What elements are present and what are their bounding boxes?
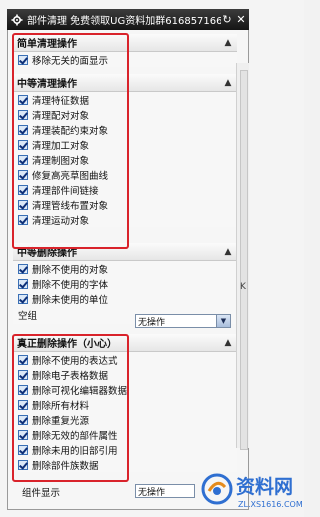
list-item[interactable]: 修复高亮草图曲线	[13, 167, 237, 182]
list-item[interactable]: 删除未用的旧部引用	[13, 442, 237, 457]
section-header[interactable]: 中等清理操作 ▲	[13, 74, 237, 92]
section-header[interactable]: 中等删除操作 ▲	[13, 243, 237, 261]
section-medium-delete: 中等删除操作 ▲ 删除不使用的对象 删除不使用的字体 删除未使用的单位 空组	[13, 243, 237, 324]
list-item[interactable]: 删除未使用的单位	[13, 291, 237, 306]
item-label: 删除电子表格数据	[32, 370, 109, 382]
checkbox[interactable]	[18, 384, 28, 395]
section-medium-cleanup: 中等清理操作 ▲ 清理特征数据 清理配对对象 清理装配约束对象 清理加工对象 清…	[13, 74, 237, 227]
select-value: 无操作	[138, 487, 166, 498]
checkbox[interactable]	[18, 278, 28, 289]
window-title: 部件清理 免费领取UG资料加群616857166	[27, 16, 221, 27]
page: 部件清理 免费领取UG资料加群616857166 ↻ ✕ 简单清理操作 ▲ 移除…	[0, 0, 304, 517]
section-title: 真正删除操作（小心）	[17, 339, 117, 350]
chevron-up-icon[interactable]: ▲	[221, 245, 235, 259]
checkbox[interactable]	[18, 169, 28, 180]
item-label: 删除无效的部件属性	[32, 430, 118, 442]
list-item[interactable]: 删除无效的部件属性	[13, 427, 237, 442]
checkbox[interactable]	[18, 369, 28, 380]
section-header[interactable]: 简单清理操作 ▲	[13, 34, 237, 52]
checkbox[interactable]	[18, 109, 28, 120]
checkbox[interactable]	[18, 139, 28, 150]
checkbox[interactable]	[18, 154, 28, 165]
checkbox[interactable]	[18, 124, 28, 135]
title-bar[interactable]: 部件清理 免费领取UG资料加群616857166 ↻ ✕	[7, 9, 249, 30]
component-display-label: 组件显示	[22, 488, 61, 499]
list-item[interactable]: 清理制图对象	[13, 152, 237, 167]
item-label: 清理制图对象	[32, 155, 90, 167]
item-label: 删除未用的旧部引用	[32, 445, 118, 457]
section-title: 简单清理操作	[17, 39, 77, 50]
checkbox[interactable]	[18, 263, 28, 274]
empty-group-select[interactable]: 无操作 ▼	[135, 314, 231, 328]
chevron-down-icon[interactable]: ▼	[216, 315, 230, 327]
list-item[interactable]: 删除所有材料	[13, 397, 237, 412]
checkbox[interactable]	[18, 354, 28, 365]
section-header[interactable]: 真正删除操作（小心） ▲	[13, 334, 237, 352]
item-label: 删除重复光源	[32, 415, 90, 427]
reset-icon[interactable]: ↻	[221, 13, 233, 27]
checkbox[interactable]	[18, 94, 28, 105]
checkbox[interactable]	[18, 293, 28, 304]
checkbox[interactable]	[18, 459, 28, 470]
item-label: 删除未使用的单位	[32, 294, 109, 306]
item-label: 删除所有材料	[32, 400, 90, 412]
watermark-text: 资料网	[236, 476, 294, 498]
chevron-up-icon[interactable]: ▲	[221, 76, 235, 90]
section-title: 中等删除操作	[17, 248, 77, 259]
list-item[interactable]: 清理加工对象	[13, 137, 237, 152]
side-mark: K	[240, 282, 246, 292]
checkbox[interactable]	[18, 54, 28, 65]
item-label: 清理部件间链接	[32, 185, 99, 197]
chevron-up-icon[interactable]: ▲	[221, 36, 235, 50]
list-item[interactable]: 清理特征数据	[13, 92, 237, 107]
item-label: 删除不使用的表达式	[32, 355, 118, 367]
list-item[interactable]: 清理配对对象	[13, 107, 237, 122]
chevron-up-icon[interactable]: ▲	[221, 336, 235, 350]
section-true-delete: 真正删除操作（小心） ▲ 删除不使用的表达式 删除电子表格数据 删除可视化编辑器…	[13, 334, 237, 472]
list-item[interactable]: 删除可视化编辑器数据	[13, 382, 237, 397]
watermark: 资料网 ZL.XS1616.COM	[200, 470, 304, 517]
list-item[interactable]: 清理运动对象	[13, 212, 237, 227]
item-label: 清理特征数据	[32, 95, 90, 107]
gear-icon[interactable]	[10, 13, 24, 27]
item-label: 删除不使用的字体	[32, 279, 109, 291]
list-item[interactable]: 清理部件间链接	[13, 182, 237, 197]
list-item[interactable]: 删除不使用的字体	[13, 276, 237, 291]
item-label: 清理管线布置对象	[32, 200, 109, 212]
component-display-select[interactable]: 无操作	[135, 484, 195, 498]
list-item[interactable]: 清理装配约束对象	[13, 122, 237, 137]
list-item[interactable]: 删除电子表格数据	[13, 367, 237, 382]
close-icon[interactable]: ✕	[235, 13, 247, 27]
item-label: 清理运动对象	[32, 215, 90, 227]
list-item[interactable]: 删除不使用的对象	[13, 261, 237, 276]
list-item[interactable]: 删除重复光源	[13, 412, 237, 427]
checkbox[interactable]	[18, 214, 28, 225]
checkbox[interactable]	[18, 444, 28, 455]
watermark-url: ZL.XS1616.COM	[238, 500, 303, 509]
item-label: 删除可视化编辑器数据	[32, 385, 128, 397]
item-label: 修复高亮草图曲线	[32, 170, 109, 182]
item-label: 删除部件族数据	[32, 460, 99, 472]
section-simple-cleanup: 简单清理操作 ▲ 移除无关的面显示	[13, 34, 237, 67]
checkbox[interactable]	[18, 199, 28, 210]
list-item[interactable]: 清理管线布置对象	[13, 197, 237, 212]
checkbox[interactable]	[18, 184, 28, 195]
checkbox[interactable]	[18, 399, 28, 410]
item-label: 清理装配约束对象	[32, 125, 109, 137]
item-label: 移除无关的面显示	[32, 55, 109, 67]
checkbox[interactable]	[18, 429, 28, 440]
scrollbar-thumb[interactable]	[240, 70, 248, 450]
item-label: 清理配对对象	[32, 110, 90, 122]
list-item[interactable]: 移除无关的面显示	[13, 52, 237, 67]
empty-group-label: 空组	[18, 311, 38, 322]
select-value: 无操作	[138, 317, 166, 328]
section-title: 中等清理操作	[17, 79, 77, 90]
list-item[interactable]: 删除不使用的表达式	[13, 352, 237, 367]
item-label: 删除不使用的对象	[32, 264, 109, 276]
item-label: 清理加工对象	[32, 140, 90, 152]
watermark-logo-icon	[201, 473, 233, 505]
checkbox[interactable]	[18, 414, 28, 425]
